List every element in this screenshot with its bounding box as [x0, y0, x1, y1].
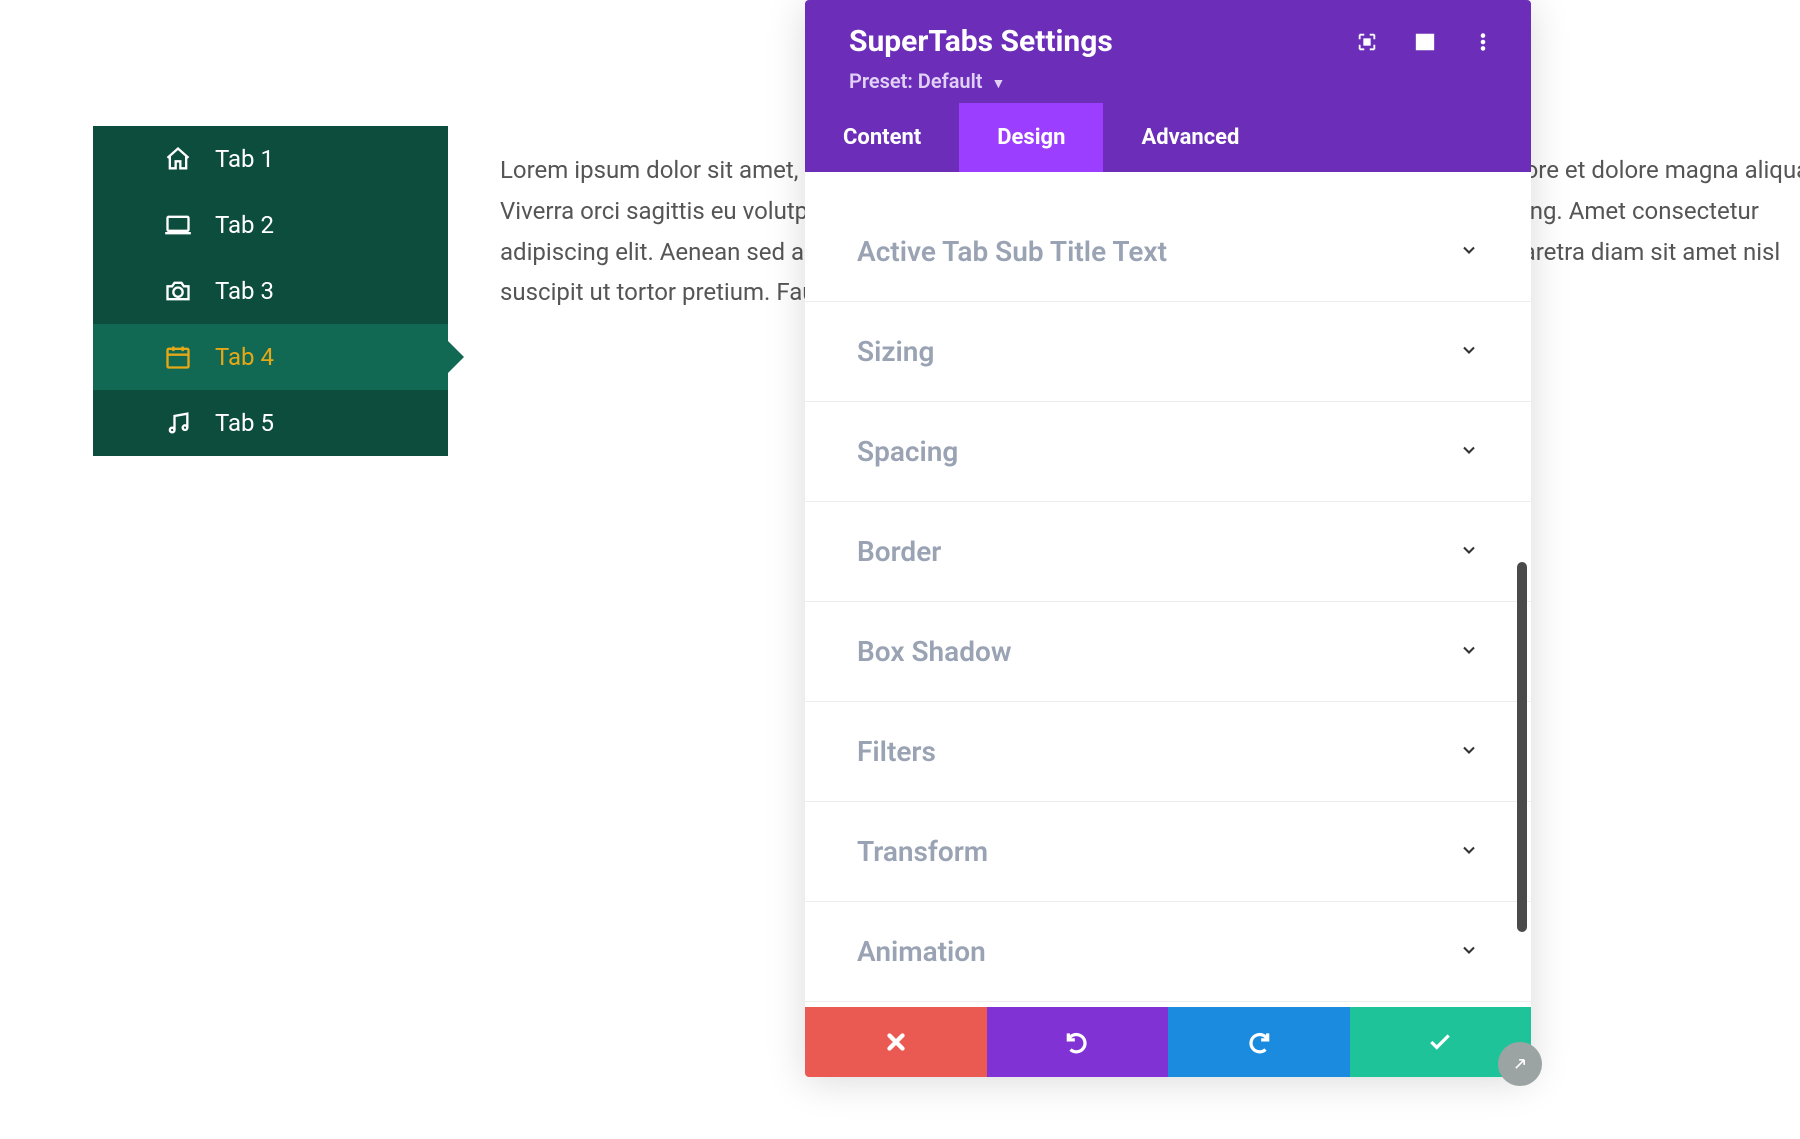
chevron-down-icon — [1459, 740, 1479, 764]
section-border[interactable]: Border — [805, 502, 1531, 602]
section-box-shadow[interactable]: Box Shadow — [805, 602, 1531, 702]
section-label: Transform — [857, 835, 988, 868]
tab-label: Tab 3 — [215, 277, 274, 305]
modal-tabstrip: Content Design Advanced — [805, 103, 1531, 172]
section-animation[interactable]: Animation — [805, 902, 1531, 1002]
tab-item-2[interactable]: Tab 2 — [93, 192, 448, 258]
preset-label: Preset: Default — [849, 69, 983, 93]
modal-tab-content[interactable]: Content — [805, 103, 959, 172]
chevron-down-icon — [1459, 340, 1479, 364]
modal-header: SuperTabs Settings Preset: Default ▼ — [805, 0, 1531, 103]
section-label: Filters — [857, 735, 936, 768]
expand-icon[interactable] — [1355, 30, 1379, 54]
undo-button[interactable] — [987, 1007, 1169, 1077]
modal-footer — [805, 1007, 1531, 1077]
help-float-button[interactable] — [1498, 1042, 1542, 1086]
scrollbar-thumb[interactable] — [1517, 562, 1527, 932]
calendar-icon — [163, 342, 193, 372]
section-transform[interactable]: Transform — [805, 802, 1531, 902]
tab-item-5[interactable]: Tab 5 — [93, 390, 448, 456]
section-sizing[interactable]: Sizing — [805, 302, 1531, 402]
redo-button[interactable] — [1168, 1007, 1350, 1077]
section-label: Active Tab Sub Title Text — [857, 235, 1167, 268]
home-icon — [163, 144, 193, 174]
caret-down-icon: ▼ — [992, 76, 1006, 92]
tab-item-4[interactable]: Tab 4 — [93, 324, 448, 390]
chevron-down-icon — [1459, 640, 1479, 664]
chevron-down-icon — [1459, 940, 1479, 964]
tab-item-3[interactable]: Tab 3 — [93, 258, 448, 324]
columns-icon[interactable] — [1413, 30, 1437, 54]
modal-header-actions — [1355, 30, 1495, 54]
music-icon — [163, 408, 193, 438]
modal-title: SuperTabs Settings — [849, 24, 1113, 59]
chevron-down-icon — [1459, 240, 1479, 264]
section-label: Animation — [857, 935, 986, 968]
section-label: Spacing — [857, 435, 958, 468]
tab-label: Tab 2 — [215, 211, 274, 239]
laptop-icon — [163, 210, 193, 240]
modal-tab-design[interactable]: Design — [959, 103, 1103, 172]
section-spacing[interactable]: Spacing — [805, 402, 1531, 502]
preset-dropdown[interactable]: Preset: Default ▼ — [849, 69, 1495, 93]
tab-item-1[interactable]: Tab 1 — [93, 126, 448, 192]
section-label: Sizing — [857, 335, 934, 368]
settings-modal: SuperTabs Settings Preset: Default ▼ Con… — [805, 0, 1531, 1077]
tab-label: Tab 1 — [215, 145, 274, 173]
close-button[interactable] — [805, 1007, 987, 1077]
tab-label: Tab 4 — [215, 343, 274, 371]
modal-tab-advanced[interactable]: Advanced — [1103, 103, 1277, 172]
section-active-tab-subtitle[interactable]: Active Tab Sub Title Text — [805, 202, 1531, 302]
chevron-down-icon — [1459, 840, 1479, 864]
camera-icon — [163, 276, 193, 306]
section-label: Border — [857, 535, 941, 568]
tab-label: Tab 5 — [215, 409, 274, 437]
kebab-icon[interactable] — [1471, 30, 1495, 54]
supertabs-nav: Tab 1 Tab 2 Tab 3 Tab 4 Tab 5 — [93, 126, 448, 456]
chevron-down-icon — [1459, 540, 1479, 564]
chevron-down-icon — [1459, 440, 1479, 464]
section-filters[interactable]: Filters — [805, 702, 1531, 802]
modal-body: Active Tab Sub Title Text Sizing Spacing… — [805, 172, 1531, 1007]
section-label: Box Shadow — [857, 635, 1012, 668]
